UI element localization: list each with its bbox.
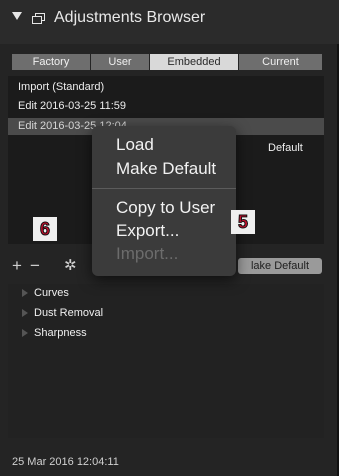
list-item[interactable]: Import (Standard) [18, 81, 104, 93]
expand-arrow-icon[interactable] [22, 329, 28, 338]
menu-item-export[interactable]: Export... [116, 221, 179, 241]
default-tag: Default [268, 142, 303, 154]
menu-item-import: Import... [116, 244, 179, 263]
tree-item-dust-removal[interactable]: Dust Removal [22, 307, 103, 319]
adjustments-tree: Curves Dust Removal Sharpness [8, 284, 324, 438]
annotation-badge-5: 5 [231, 210, 255, 234]
context-menu: Load Make Default Copy to User Export...… [92, 126, 236, 276]
annotation-badge-6: 6 [33, 217, 57, 241]
menu-separator [92, 188, 236, 189]
minus-icon[interactable]: − [30, 257, 40, 274]
plus-icon[interactable]: + [12, 257, 22, 274]
menu-item-copy-to-user[interactable]: Copy to User [116, 198, 215, 218]
tab-embedded[interactable]: Embedded [150, 54, 238, 70]
tab-current[interactable]: Current [239, 54, 322, 70]
tab-factory[interactable]: Factory [12, 54, 90, 70]
tree-item-curves[interactable]: Curves [22, 287, 69, 299]
tree-item-sharpness[interactable]: Sharpness [22, 327, 87, 339]
expand-arrow-icon[interactable] [22, 309, 28, 318]
expand-arrow-icon[interactable] [22, 289, 28, 298]
collapse-triangle-icon[interactable] [12, 12, 22, 20]
panel-header: Adjustments Browser [0, 0, 339, 44]
gear-icon[interactable]: ✲ [64, 257, 77, 274]
list-item[interactable]: Edit 2016-03-25 11:59 [18, 100, 126, 112]
menu-item-load[interactable]: Load [116, 135, 154, 155]
window-icon [32, 13, 45, 24]
make-default-button[interactable]: lake Default [238, 258, 322, 274]
menu-item-make-default[interactable]: Make Default [116, 159, 216, 179]
status-date: 25 Mar 2016 12:04:11 [12, 456, 119, 468]
panel-title: Adjustments Browser [54, 9, 206, 26]
tab-user[interactable]: User [91, 54, 149, 70]
